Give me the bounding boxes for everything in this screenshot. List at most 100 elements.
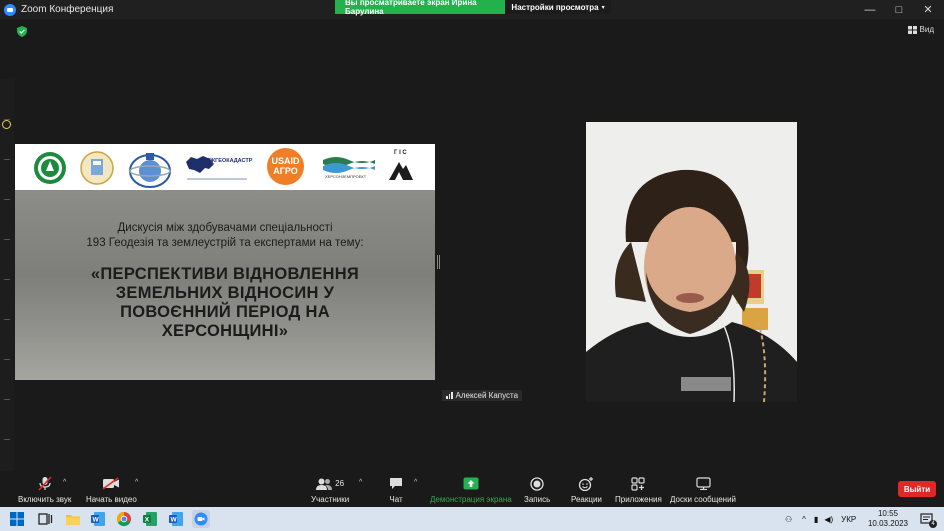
- slide-heading-line: «ПЕРСПЕКТИВИ ВІДНОВЛЕННЯ: [90, 265, 360, 283]
- word-icon-2[interactable]: W: [168, 511, 184, 527]
- zoom-taskbar-icon[interactable]: [192, 510, 210, 528]
- usaid-agro-logo: USAID АГРО: [267, 148, 304, 185]
- notifications-button[interactable]: 4: [920, 512, 937, 528]
- slide-subtitle-line2: 193 Геодезія та землеустрій та експертам…: [86, 237, 364, 249]
- participants-chevron-icon[interactable]: ^: [359, 479, 362, 486]
- slide-subtitle-line1: Дискусія між здобувачами спеціальності: [117, 222, 333, 234]
- chevron-up-icon[interactable]: ^: [802, 515, 806, 524]
- agro-text: АГРО: [273, 166, 298, 176]
- apps-icon: [631, 476, 646, 491]
- close-button[interactable]: ✕: [914, 0, 942, 19]
- share-screen-icon: [463, 476, 479, 491]
- globe-emblem-icon: [129, 153, 171, 188]
- leave-meeting-button[interactable]: Выйти: [898, 481, 936, 497]
- smiley-add-icon: [578, 476, 594, 491]
- reactions-button[interactable]: Реакции: [571, 476, 602, 504]
- chat-chevron-icon[interactable]: ^: [414, 479, 417, 486]
- system-tray: ⚇ ^ ▮ ◀) УКР: [785, 507, 856, 531]
- whiteboard-icon: [695, 476, 711, 491]
- maximize-button[interactable]: □: [885, 0, 913, 19]
- gis-logo: Г І С: [387, 150, 419, 182]
- view-settings-button[interactable]: Настройки просмотра ▾: [505, 0, 611, 14]
- participants-icon-group: 26: [316, 476, 344, 491]
- chat-icon: [389, 476, 403, 491]
- khersonzemproekt-text: ХЕРСОНЗЕМПРОЕКТ: [325, 174, 367, 179]
- chevron-down-icon: ▾: [601, 4, 605, 11]
- view-settings-label: Настройки просмотра: [511, 2, 599, 12]
- person-video-frame: [586, 122, 797, 402]
- apps-label: Приложения: [615, 495, 662, 504]
- grid-icon: [907, 25, 917, 34]
- apps-button[interactable]: Приложения: [615, 476, 662, 504]
- start-video-label: Начать видео: [86, 495, 137, 504]
- windows-taskbar: W X W ⚇ ^ ▮ ◀) УКР 10:55 10.03.2023 4: [0, 507, 944, 531]
- derzhgeokadastr-text: ДЕРЖГЕОКАДАСТР: [199, 158, 253, 164]
- mountain-icon: [389, 162, 413, 180]
- shared-screen-slide[interactable]: ДЕРЖГЕОКАДАСТР USAID АГРО ХЕРСОНЗЕМПРОЕК…: [15, 144, 435, 380]
- window-title: Zoom Конференция: [21, 4, 114, 15]
- audio-options-chevron-icon[interactable]: ^: [63, 479, 66, 486]
- input-language[interactable]: УКР: [841, 515, 856, 524]
- camera-off-icon: [102, 476, 120, 491]
- clock-date: 10.03.2023: [867, 519, 908, 528]
- participant-name: Алексей Капуста: [455, 391, 519, 400]
- side-marker: [2, 120, 11, 129]
- notification-count: 4: [929, 520, 937, 528]
- gis-text: Г І С: [394, 150, 407, 156]
- participants-button[interactable]: 26 Участники: [311, 476, 349, 504]
- start-video-button[interactable]: Начать видео: [86, 476, 137, 504]
- derzhgeokadastr-logo: ДЕРЖГЕОКАДАСТР: [185, 152, 257, 184]
- excel-icon[interactable]: X: [142, 511, 158, 527]
- unmute-label: Включить звук: [18, 495, 72, 504]
- whiteboards-button[interactable]: Доски сообщений: [670, 476, 736, 504]
- signal-strength-icon: [446, 392, 453, 399]
- svg-text:X: X: [145, 517, 150, 524]
- chat-button[interactable]: Чат: [389, 476, 403, 504]
- file-explorer-icon[interactable]: [65, 511, 81, 527]
- windows-start-icon[interactable]: [9, 511, 25, 527]
- share-screen-button[interactable]: Демонстрация экрана: [430, 476, 512, 504]
- people-icon[interactable]: ⚇: [785, 515, 792, 524]
- chat-label: Чат: [389, 495, 403, 504]
- panel-splitter-handle[interactable]: [437, 255, 440, 269]
- share-screen-label: Демонстрация экрана: [430, 495, 512, 504]
- meeting-area: Вид ДЕРЖГЕОКАДАСТР USAID АГРО ХЕРСОНЗЕМП…: [0, 19, 944, 479]
- faculty-emblem-icon: [80, 151, 114, 185]
- battery-icon[interactable]: ▮: [814, 515, 818, 524]
- minimize-button[interactable]: —: [856, 0, 884, 19]
- clock-time: 10:55: [877, 509, 898, 518]
- view-label: Вид: [919, 25, 934, 34]
- participants-count: 26: [335, 479, 345, 488]
- waves-icon: [323, 157, 375, 173]
- side-strip: [0, 79, 14, 479]
- taskbar-clock[interactable]: 10:55 10.03.2023: [868, 509, 908, 529]
- participants-label: Участники: [311, 495, 350, 504]
- record-label: Запись: [524, 495, 551, 504]
- shield-icon[interactable]: [17, 26, 27, 37]
- zoom-logo-icon: [4, 3, 16, 16]
- slide-heading-line: ХЕРСОНЩИНІ»: [161, 322, 289, 340]
- share-info-text: Вы просматриваете экран Ирина Барулина: [335, 0, 505, 16]
- reactions-label: Реакции: [571, 495, 602, 504]
- svg-text:W: W: [171, 517, 178, 524]
- microphone-muted-icon: [38, 476, 52, 491]
- word-icon[interactable]: W: [90, 511, 106, 527]
- record-button[interactable]: Запись: [524, 476, 550, 504]
- view-button[interactable]: Вид: [907, 25, 934, 34]
- slide-heading: «ПЕРСПЕКТИВИ ВІДНОВЛЕННЯ ЗЕМЕЛЬНИХ ВІДНО…: [15, 265, 435, 341]
- whiteboards-label: Доски сообщений: [670, 495, 737, 504]
- volume-icon[interactable]: ◀): [824, 515, 833, 524]
- svg-text:W: W: [93, 517, 100, 524]
- participant-video[interactable]: [586, 122, 797, 402]
- people-icon: [316, 478, 333, 490]
- slide-heading-line: ПОВОЄННИЙ ПЕРІОД НА: [120, 303, 330, 321]
- university-seal-icon: [34, 152, 66, 184]
- record-icon: [530, 476, 544, 491]
- video-options-chevron-icon[interactable]: ^: [135, 479, 138, 486]
- chrome-icon[interactable]: [116, 511, 132, 527]
- task-view-icon[interactable]: [37, 511, 53, 527]
- active-speaker-label: Алексей Капуста: [442, 390, 523, 401]
- usaid-text: USAID: [271, 156, 300, 166]
- meeting-toolbar: Включить звук ^ Начать видео ^ 26 Участн…: [0, 471, 944, 507]
- share-banner: Вы просматриваете экран Ирина Барулина Н…: [335, 0, 611, 16]
